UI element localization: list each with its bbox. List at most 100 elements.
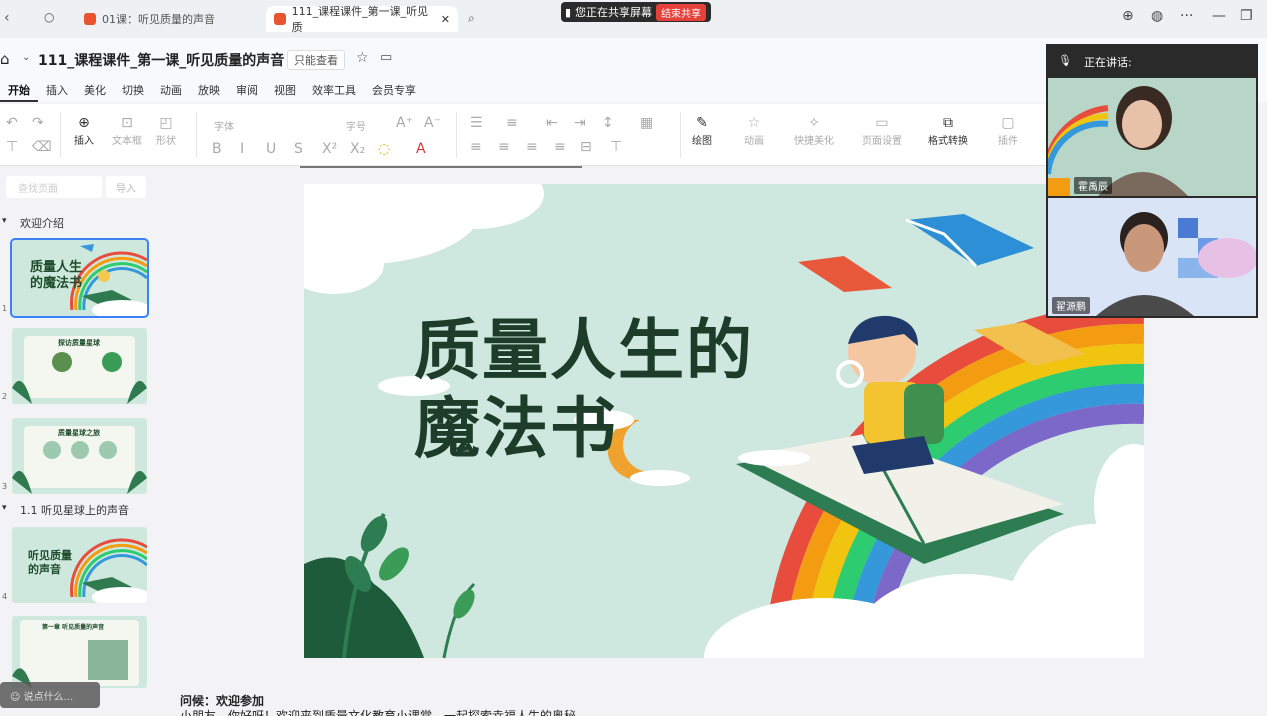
insert-button[interactable]: ⊕ 插入 (74, 114, 94, 147)
align-left-icon[interactable]: ≡ (470, 138, 482, 156)
align-right-icon[interactable]: ≡ (526, 138, 538, 156)
collapse-icon[interactable]: ▾ (2, 503, 7, 513)
menu-efficiency[interactable]: 效率工具 (304, 80, 364, 102)
line-spacing-icon[interactable]: ↕ (602, 114, 614, 132)
page-setup-button[interactable]: ▭ 页面设置 (862, 114, 902, 147)
menu-transition[interactable]: 切换 (114, 80, 152, 102)
close-tab-icon[interactable]: ✕ (441, 13, 450, 26)
chevron-down-icon[interactable]: ⌄ (22, 52, 30, 63)
search-icon[interactable]: ⌕ (468, 11, 475, 26)
restore-icon[interactable]: ❐ (1240, 8, 1253, 24)
menu-animation[interactable]: 动画 (152, 80, 190, 102)
increase-font-icon[interactable]: A⁺ (396, 114, 413, 132)
screen-share-bar: ▮ 您正在共享屏幕 结束共享 (561, 2, 711, 22)
slide-thumbnail-3[interactable]: 质量星球之旅 (12, 418, 147, 494)
font-select[interactable]: 字体 (214, 118, 234, 133)
home-icon[interactable]: ⌂ (0, 50, 10, 68)
app-favicon-icon (84, 13, 96, 25)
page-icon: ▭ (875, 115, 889, 131)
plus-circle-icon: ⊕ (78, 115, 90, 131)
slide-canvas[interactable]: 质量人生的 魔法书 (304, 184, 1144, 658)
plugins-button[interactable]: ▢ 插件 (998, 114, 1018, 147)
justify-icon[interactable]: ≡ (554, 138, 566, 156)
menu-insert[interactable]: 插入 (38, 80, 76, 102)
redo-icon[interactable]: ↷ (32, 114, 44, 132)
textbox-icon: ⊡ (121, 115, 133, 131)
menu-slideshow[interactable]: 放映 (190, 80, 228, 102)
search-pages-input[interactable]: 查找页面 (6, 176, 102, 198)
columns-icon[interactable]: ▦ (640, 114, 653, 132)
magic-icon: ✧ (808, 115, 820, 131)
globe-icon[interactable]: ◍ (1151, 8, 1163, 24)
indent-icon[interactable]: ⇥ (574, 114, 586, 132)
superscript-icon[interactable]: X² (322, 140, 337, 158)
font-color-icon[interactable]: A (416, 140, 426, 158)
shape-button[interactable]: ◰ 形状 (156, 114, 176, 147)
stop-share-button[interactable]: 结束共享 (656, 3, 707, 21)
comment-input[interactable]: ☺ 说点什么... (0, 682, 100, 708)
format-painter-icon[interactable]: ⊤ (6, 138, 18, 156)
meeting-video-panel: 🎙 正在讲话: 霍禹辰 翟源鹏 (1046, 44, 1258, 318)
slide-thumbnail-1[interactable]: 质量人生的魔法书 (10, 238, 149, 318)
more-icon[interactable]: ··· (1180, 8, 1193, 24)
thumb-title: 探访质量星球 (58, 339, 100, 347)
star-outline-icon: ☆ (747, 115, 761, 131)
undo-icon[interactable]: ↶ (6, 114, 18, 132)
tab-course[interactable]: 01课：听见质量的声音 (76, 6, 223, 32)
slide-thumbnail-4[interactable]: 听见质量的声音 (12, 527, 147, 603)
bullet-list-icon[interactable]: ☰ (470, 114, 483, 132)
subscript-icon[interactable]: X₂ (350, 140, 365, 158)
import-button[interactable]: 导入 (106, 176, 146, 198)
format-convert-button[interactable]: ⧉ 格式转换 (928, 114, 968, 147)
slide-title: 质量人生的 魔法书 (414, 312, 754, 467)
view-only-badge: 只能查看 (287, 50, 345, 70)
chat-icon: ☺ (10, 692, 24, 703)
bold-icon[interactable]: B (212, 140, 222, 158)
section-welcome[interactable]: 欢迎介绍 (20, 215, 64, 231)
vertical-align-icon[interactable]: ⊤ (610, 138, 622, 156)
menu-view[interactable]: 视图 (266, 80, 304, 102)
plugin-icon: ▢ (1001, 115, 1015, 131)
back-icon[interactable]: ‹ (4, 10, 10, 26)
download-icon[interactable]: ⊕ (1122, 8, 1134, 24)
tab-title: 111_课程课件_第一课_听见质 (291, 5, 429, 34)
participant-video-1[interactable]: 霍禹辰 (1048, 78, 1256, 196)
collapse-icon[interactable]: ▾ (2, 216, 7, 226)
decrease-font-icon[interactable]: A⁻ (424, 114, 441, 132)
menu-start[interactable]: 开始 (0, 80, 38, 102)
tab-slides[interactable]: 111_课程课件_第一课_听见质 ✕ (266, 5, 458, 34)
star-icon[interactable]: ☆ (356, 50, 369, 66)
menu-vip[interactable]: 会员专享 (364, 80, 424, 102)
slide-thumbnail-2[interactable]: 探访质量星球 (12, 328, 147, 404)
draw-button[interactable]: ✎ 绘图 (692, 114, 712, 147)
font-size-select[interactable]: 字号 (346, 118, 366, 133)
numbered-list-icon[interactable]: ≡ (506, 114, 518, 132)
menu-beautify[interactable]: 美化 (76, 80, 114, 102)
speaking-label: 正在讲话: (1084, 56, 1132, 69)
textbox-button[interactable]: ⊡ 文本框 (112, 114, 142, 147)
eraser-icon[interactable]: ⌫ (32, 138, 52, 156)
animation-button[interactable]: ☆ 动画 (744, 114, 764, 147)
thumb-title: 质量人生的魔法书 (30, 260, 83, 291)
distribute-icon[interactable]: ⊟ (580, 138, 592, 156)
document-title: 111_课程课件_第一课_听见质量的声音 (38, 53, 285, 69)
italic-icon[interactable]: I (240, 140, 244, 158)
refresh-icon[interactable]: ○ (44, 10, 54, 24)
menu-review[interactable]: 审阅 (228, 80, 266, 102)
page-number: 3 (2, 482, 8, 491)
highlight-icon[interactable]: ◌ (378, 140, 390, 158)
underline-icon[interactable]: U (266, 140, 276, 158)
align-center-icon[interactable]: ≡ (498, 138, 510, 156)
outdent-icon[interactable]: ⇤ (546, 114, 558, 132)
minimize-icon[interactable]: — (1212, 8, 1226, 24)
quick-beautify-button[interactable]: ✧ 快捷美化 (794, 114, 834, 147)
menu-bar: 开始 插入 美化 切换 动画 放映 审阅 视图 效率工具 会员专享 (0, 80, 424, 102)
pen-icon: ✎ (696, 115, 708, 131)
folder-icon[interactable]: ▭ (380, 50, 392, 65)
thumb-title: 第一章 听见质量的声音 (42, 624, 105, 631)
section-sounds[interactable]: 1.1 听见星球上的声音 (20, 502, 129, 518)
strikethrough-icon[interactable]: S (294, 140, 303, 158)
slide-thumbnail-5[interactable]: 第一章 听见质量的声音 (12, 616, 147, 688)
slides-favicon-icon (274, 13, 286, 25)
participant-video-2[interactable]: 翟源鹏 (1048, 198, 1256, 316)
